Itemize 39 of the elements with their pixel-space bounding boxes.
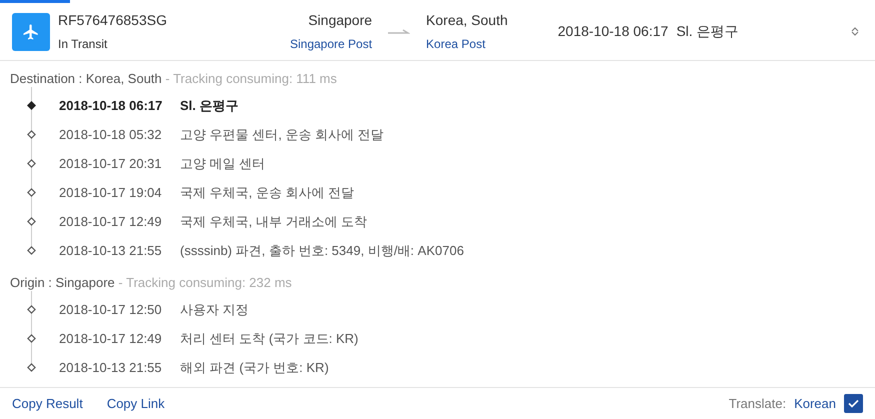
- event-description: 처리 센터 도착 (국가 코드: KR): [180, 330, 358, 348]
- tab-indicator: [0, 0, 70, 3]
- event-time: 2018-10-18 06:17: [59, 96, 164, 115]
- collapse-toggle-icon[interactable]: [851, 27, 859, 36]
- timing-text: - Tracking consuming: 111 ms: [165, 71, 337, 86]
- event-time: 2018-10-17 12:50: [59, 300, 163, 319]
- plane-icon: [12, 12, 50, 50]
- event-time: 2018-10-17 12:49: [59, 330, 163, 348]
- event-description: Sl. 은평구: [180, 96, 239, 115]
- status-text: In Transit: [58, 36, 108, 53]
- tracking-number: RF576476853SG: [58, 11, 167, 30]
- latest-location: Sl. 은평구: [676, 22, 739, 41]
- carrier-link[interactable]: Korea Post: [426, 35, 508, 53]
- event-time: 2018-10-13 21:55: [59, 358, 163, 377]
- event-time: 2018-10-17 12:49: [59, 212, 163, 231]
- latest-time: 2018-10-18 06:17: [558, 22, 668, 41]
- event-description: 고양 우편물 센터, 운송 회사에 전달: [180, 126, 384, 144]
- event-description: 국제 우체국, 내부 거래소에 도착: [180, 212, 368, 231]
- event-description: 사용자 지정: [180, 300, 249, 319]
- destination-country: Korea, South: [426, 11, 508, 30]
- language-link[interactable]: Korean: [794, 394, 836, 414]
- section-label: Destination : Korea, South: [10, 71, 162, 86]
- event-description: (ssssinb) 파견, 출하 번호: 5349, 비행/배: AK0706: [180, 242, 464, 260]
- carrier-link[interactable]: Singapore Post: [290, 35, 372, 53]
- event-time: 2018-10-17 19:04: [59, 184, 163, 202]
- event-description: 국제 우체국, 운송 회사에 전달: [180, 184, 354, 202]
- check-icon: [848, 399, 859, 408]
- translate-checkbox[interactable]: [844, 394, 863, 413]
- event-description: 고양 메일 센터: [180, 154, 266, 173]
- copy-link[interactable]: Copy Result: [12, 394, 83, 414]
- timing-text: - Tracking consuming: 232 ms: [118, 275, 292, 290]
- section-label: Origin : Singapore: [10, 275, 115, 290]
- event-time: 2018-10-18 05:32: [59, 126, 163, 144]
- origin-country: Singapore: [308, 11, 372, 30]
- event-time: 2018-10-13 21:55: [59, 242, 163, 260]
- translate-label: Translate:: [728, 394, 786, 413]
- event-description: 해외 파견 (국가 번호: KR): [180, 358, 329, 377]
- copy-link[interactable]: Copy Link: [106, 394, 165, 414]
- event-time: 2018-10-17 20:31: [59, 154, 163, 173]
